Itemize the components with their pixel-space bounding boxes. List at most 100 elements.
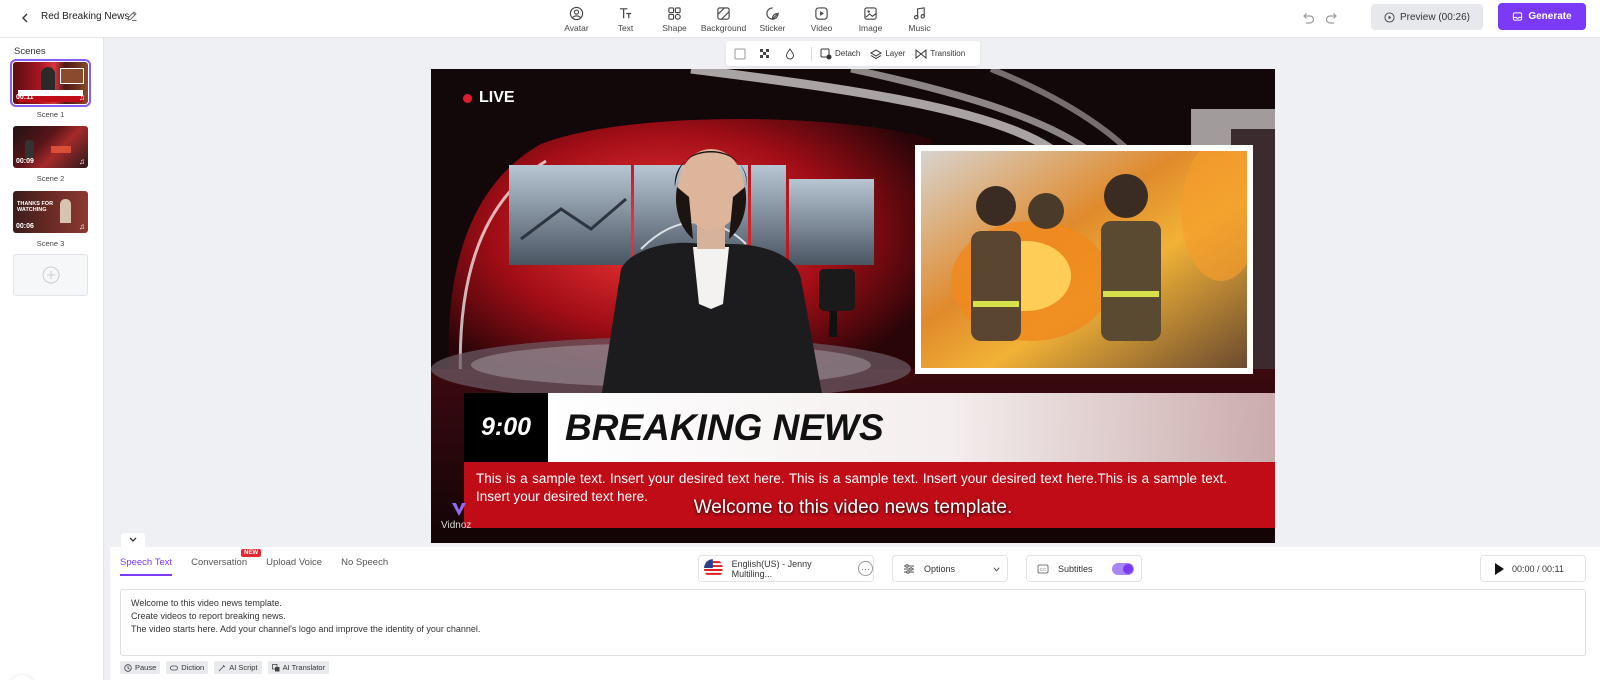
clock-icon bbox=[124, 663, 132, 672]
pencil-icon[interactable] bbox=[126, 10, 138, 22]
breaking-news-bar[interactable]: 9:00 BREAKING NEWS bbox=[464, 393, 1275, 462]
scene-thumbnail: 00:09 ♫ bbox=[13, 126, 88, 168]
sliders-icon bbox=[904, 563, 914, 574]
scene-label: Scene 2 bbox=[36, 174, 65, 183]
diction-icon bbox=[170, 665, 179, 670]
scene-item-1[interactable]: 00:11 ♫ Scene 1 bbox=[10, 59, 91, 119]
scene-label: Scene 1 bbox=[36, 110, 65, 119]
voice-selector[interactable]: English(US) - Jenny Multiling... ··· bbox=[698, 555, 874, 582]
back-button[interactable] bbox=[14, 7, 36, 29]
speech-tools: Pause Diction AI Script AI Translator bbox=[120, 661, 335, 674]
inset-image-frame[interactable] bbox=[915, 145, 1253, 374]
scene-label: Scene 3 bbox=[36, 239, 65, 248]
vidnoz-watermark: Vidnoz bbox=[441, 499, 471, 531]
tab-no-speech[interactable]: No Speech bbox=[341, 557, 388, 576]
music-note-icon: ♫ bbox=[79, 222, 85, 231]
tool-shape[interactable]: Shape bbox=[650, 2, 699, 36]
pause-chip[interactable]: Pause bbox=[120, 661, 161, 674]
tool-avatar[interactable]: Avatar bbox=[552, 2, 601, 36]
firefighters-image bbox=[921, 151, 1247, 368]
tool-label: Music bbox=[908, 22, 931, 33]
play-circle-icon bbox=[1384, 11, 1395, 23]
subtitles-toggle[interactable] bbox=[1112, 563, 1134, 575]
playback-time: 00:00 / 00:11 bbox=[1512, 563, 1564, 574]
ai-translator-chip[interactable]: AI Translator bbox=[267, 661, 330, 674]
news-headline: BREAKING NEWS bbox=[548, 393, 1275, 462]
options-label: Options bbox=[924, 563, 956, 574]
vidnoz-logo-icon bbox=[452, 503, 466, 516]
feedback-button[interactable] bbox=[9, 675, 35, 680]
chip-label: Pause bbox=[135, 663, 157, 672]
video-icon bbox=[815, 6, 828, 20]
tab-speech-text[interactable]: Speech Text bbox=[120, 557, 173, 576]
ai-script-chip[interactable]: AI Script bbox=[214, 661, 262, 674]
diction-chip[interactable]: Diction bbox=[166, 661, 209, 674]
tool-label: Sticker bbox=[759, 22, 786, 33]
collapse-panel-button[interactable] bbox=[121, 533, 145, 547]
chevron-left-icon bbox=[22, 13, 28, 23]
canvas-toolbar: Detach Layer Transition bbox=[726, 41, 980, 66]
tool-video[interactable]: Video bbox=[797, 2, 846, 36]
scene-duration: 00:09 bbox=[16, 158, 34, 165]
voice-label: English(US) - Jenny Multiling... bbox=[731, 558, 812, 579]
project-title[interactable]: Red Breaking News bbox=[41, 11, 129, 22]
scene-item-2[interactable]: 00:09 ♫ Scene 2 bbox=[13, 126, 88, 183]
options-dropdown[interactable]: Options bbox=[892, 555, 1008, 582]
magic-wand-icon bbox=[218, 664, 226, 671]
new-badge: NEW bbox=[241, 549, 262, 557]
preview-button[interactable]: Preview (00:26) bbox=[1371, 4, 1483, 30]
watermark-label: Vidnoz bbox=[441, 520, 472, 531]
music-note-icon: ♫ bbox=[79, 93, 85, 102]
image-icon bbox=[864, 6, 877, 20]
tab-conversation[interactable]: Conversation NEW bbox=[191, 549, 262, 576]
top-bar: Red Breaking News Avatar Text Shape Back… bbox=[0, 0, 1600, 38]
us-flag-icon bbox=[704, 559, 723, 578]
redo-icon[interactable] bbox=[1324, 10, 1340, 26]
play-icon[interactable] bbox=[1495, 562, 1504, 575]
opacity-button[interactable] bbox=[759, 48, 774, 60]
insert-toolbar: Avatar Text Shape Background Sticker Vid… bbox=[552, 2, 944, 36]
undo-icon[interactable] bbox=[1300, 10, 1316, 26]
detach-button[interactable]: Detach bbox=[820, 48, 860, 60]
scene-thumbnail: THANKS FOR WATCHING 00:06 ♫ bbox=[13, 191, 88, 233]
chip-label: AI Translator bbox=[282, 663, 326, 672]
tool-music[interactable]: Music bbox=[895, 2, 944, 36]
scene-thumbnail: 00:11 ♫ bbox=[10, 59, 91, 107]
speech-line: Welcome to this video news template. bbox=[131, 598, 282, 608]
tool-label: Background bbox=[700, 22, 747, 33]
shape-icon bbox=[668, 6, 681, 20]
subtitles-label: Subtitles bbox=[1058, 563, 1093, 574]
avatar-icon bbox=[569, 6, 584, 20]
sticker-icon bbox=[766, 6, 779, 20]
color-swatch-icon bbox=[734, 48, 746, 59]
more-icon[interactable]: ··· bbox=[858, 561, 873, 576]
tab-upload-voice[interactable]: Upload Voice bbox=[266, 557, 322, 576]
tool-image[interactable]: Image bbox=[846, 2, 895, 36]
speech-line: Create videos to report breaking news. bbox=[131, 611, 286, 621]
speech-tabs: Speech Text Conversation NEW Upload Voic… bbox=[120, 549, 407, 576]
transition-button[interactable]: Transition bbox=[915, 48, 965, 60]
speech-line: The video starts here. Add your channel'… bbox=[131, 624, 481, 634]
scene-duration: 00:06 bbox=[16, 223, 34, 230]
tool-sticker[interactable]: Sticker bbox=[748, 2, 797, 36]
video-canvas[interactable]: LIVE 9:00 BREAKING NEWS This is a sample… bbox=[431, 69, 1275, 543]
closed-captions-icon: CC bbox=[1037, 564, 1049, 573]
translate-icon bbox=[271, 663, 280, 671]
effects-button[interactable] bbox=[784, 47, 799, 60]
subtitle-overlay: Welcome to this video news template. bbox=[693, 497, 1013, 518]
fill-color-button[interactable] bbox=[734, 48, 749, 60]
speech-text-editor[interactable]: Welcome to this video news template. Cre… bbox=[120, 589, 1586, 656]
svg-text:CC: CC bbox=[1040, 567, 1047, 572]
tool-label: Shape bbox=[662, 22, 687, 33]
scene-item-3[interactable]: THANKS FOR WATCHING 00:06 ♫ Scene 3 bbox=[13, 191, 88, 248]
chip-label: Diction bbox=[181, 663, 205, 672]
music-icon bbox=[913, 6, 926, 19]
generate-button[interactable]: Generate bbox=[1498, 3, 1586, 30]
tool-background[interactable]: Background bbox=[699, 2, 748, 36]
checker-icon bbox=[760, 48, 769, 58]
add-scene-button[interactable] bbox=[13, 254, 88, 296]
tool-text[interactable]: Text bbox=[601, 2, 650, 36]
tool-label: Image bbox=[858, 22, 883, 33]
layer-button[interactable]: Layer bbox=[870, 48, 905, 60]
news-time: 9:00 bbox=[464, 393, 548, 462]
